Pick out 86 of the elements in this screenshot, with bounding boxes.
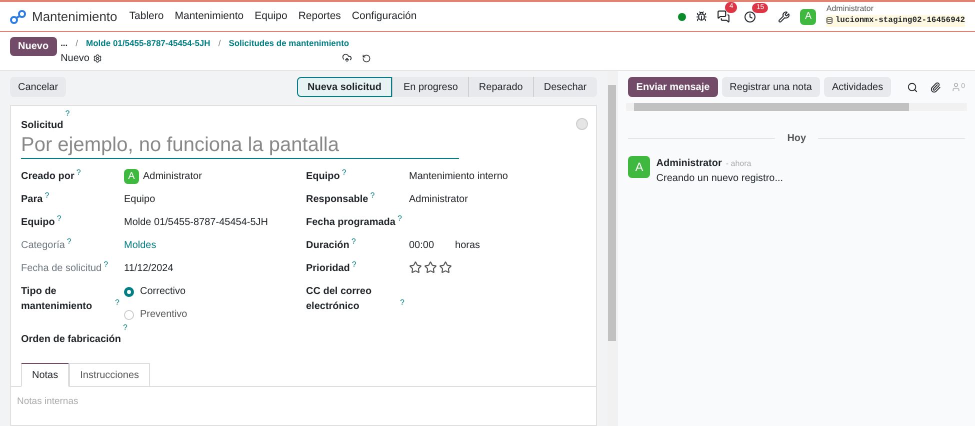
radio-label: Preventivo <box>140 308 188 322</box>
field-label: Fecha programada <box>306 216 396 230</box>
menu-item[interactable]: Reportes <box>298 8 341 24</box>
field-label: Para <box>21 193 43 207</box>
help-mark[interactable]: ? <box>115 298 120 307</box>
chatter-button[interactable]: Registrar una nota <box>722 77 820 97</box>
scrollbar[interactable] <box>606 71 618 426</box>
field-label: Equipo <box>306 170 340 184</box>
new-button[interactable]: Nuevo <box>10 37 57 56</box>
horizontal-scrollbar[interactable] <box>626 103 967 111</box>
help-mark[interactable]: ? <box>370 191 375 200</box>
radio-button[interactable] <box>124 286 134 296</box>
menu-item[interactable]: Equipo <box>254 8 288 24</box>
settings-icon[interactable] <box>93 54 102 63</box>
search-icon[interactable] <box>907 82 918 92</box>
star-icon[interactable] <box>409 261 422 274</box>
tab[interactable]: Notas <box>21 363 70 387</box>
field-value[interactable]: Equipo <box>124 194 156 205</box>
field-label: Categoría <box>21 239 65 253</box>
status-stage[interactable]: Desechar <box>532 77 597 97</box>
field-label: Fecha de solicitud <box>21 262 102 276</box>
status-stage[interactable]: Nueva solicitud <box>296 77 392 97</box>
database-icon <box>826 17 834 24</box>
field-label: Creado por <box>21 170 74 184</box>
discard-icon[interactable] <box>362 54 372 63</box>
bug-icon[interactable] <box>696 11 708 22</box>
breadcrumb-link[interactable]: Solicitudes de mantenimiento <box>228 37 350 50</box>
status-stage[interactable]: En progreso <box>392 77 468 97</box>
field-value[interactable]: 11/12/2024 <box>124 263 174 274</box>
status-stage[interactable]: Reparado <box>468 77 533 97</box>
author-name[interactable]: Administrator <box>656 156 722 171</box>
field-value[interactable]: Molde 01/5455-8787-45454-5JH <box>124 217 268 228</box>
field-label: CC del correo electrónico <box>306 285 373 314</box>
breadcrumb-more[interactable]: ... <box>60 37 68 50</box>
help-mark[interactable]: ? <box>56 214 62 223</box>
help-mark[interactable]: ? <box>351 237 356 246</box>
help-mark[interactable]: ? <box>352 260 356 269</box>
menu-item[interactable]: Tablero <box>129 8 164 24</box>
chatter-button[interactable]: Enviar mensaje <box>628 77 718 97</box>
star-icon[interactable] <box>424 261 437 274</box>
help-mark[interactable]: ? <box>44 191 50 200</box>
app-name[interactable]: Mantenimiento <box>32 6 118 26</box>
messages-icon[interactable] <box>717 10 730 23</box>
save-icon[interactable] <box>342 53 352 64</box>
help-mark[interactable]: ? <box>342 168 346 177</box>
database-badge: lucionmx-staging02-16456942 <box>826 14 965 26</box>
date-separator: Hoy <box>787 132 806 146</box>
tab[interactable]: Instrucciones <box>69 363 150 387</box>
notes-field[interactable]: Notas internas <box>17 395 590 410</box>
logo-icon[interactable] <box>10 10 26 24</box>
field-label: Prioridad <box>306 262 350 276</box>
help-mark[interactable]: ? <box>76 168 81 177</box>
field-value[interactable]: Mantenimiento interno <box>409 171 508 182</box>
field-label: Duración <box>306 239 350 253</box>
menu-item[interactable]: Configuración <box>352 8 417 24</box>
paperclip-icon[interactable] <box>930 82 942 92</box>
breadcrumb-separator: / <box>218 37 221 50</box>
help-mark[interactable]: ? <box>397 214 402 223</box>
message-body: Creando un nuevo registro... <box>656 172 784 186</box>
help-mark[interactable]: ? <box>66 237 72 246</box>
field-label: Solicitud <box>21 119 64 133</box>
avatar: A <box>124 169 139 184</box>
breadcrumb-link[interactable]: Molde 01/5455-8787-45454-5JH <box>86 37 210 50</box>
clock-icon[interactable] <box>744 10 756 22</box>
menu-item[interactable]: Mantenimiento <box>174 8 244 24</box>
field-label: Responsable <box>306 193 368 207</box>
chatter-button[interactable]: Actividades <box>824 77 892 97</box>
help-mark[interactable]: ? <box>104 260 108 269</box>
field-value[interactable]: Administrator <box>143 169 202 184</box>
field-label: Tipo de mantenimiento <box>21 285 94 314</box>
radio-label: Correctivo <box>140 285 186 299</box>
breadcrumb-separator: / <box>76 37 78 50</box>
field-value[interactable]: Administrator <box>409 194 468 205</box>
field-label: Equipo <box>21 216 55 230</box>
message-time: - ahora <box>726 158 752 170</box>
title-field[interactable]: Por ejemplo, no funciona la pantalla <box>21 133 459 159</box>
field-value[interactable]: 00:00 <box>409 238 434 253</box>
help-mark[interactable]: ? <box>400 298 404 307</box>
cancel-button[interactable]: Cancelar <box>10 77 66 97</box>
tools-icon[interactable] <box>778 10 790 22</box>
record-name: Nuevo <box>60 52 90 66</box>
field-link[interactable]: Moldes <box>124 240 156 251</box>
field-label: Orden de fabricación <box>21 333 122 347</box>
star-icon[interactable] <box>439 261 452 274</box>
unit-label: horas <box>455 239 480 253</box>
user-name: Administrator <box>826 2 874 14</box>
